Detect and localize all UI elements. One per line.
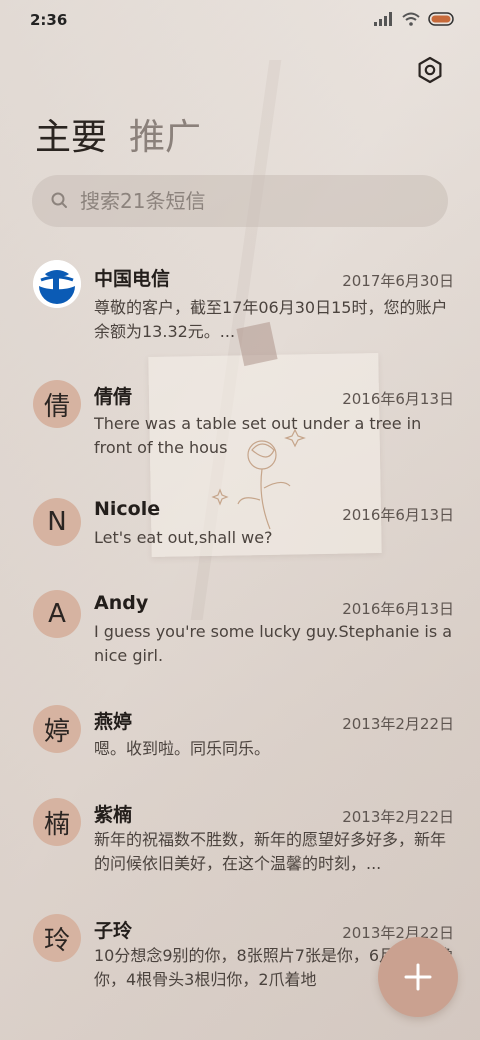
battery-icon [428,12,454,26]
message-date: 2016年6月13日 [342,390,454,408]
message-date: 2013年2月22日 [342,715,454,733]
sender-name: 子玲 [94,920,133,942]
message-preview: Let's eat out,shall we? [94,528,273,547]
tab-promo[interactable]: 推广 [129,108,201,160]
message-preview: 嗯。收到啦。同乐同乐。 [94,739,271,758]
message-preview: There was a table set out under a tree i… [94,414,422,457]
message-date: 2016年6月13日 [342,600,454,618]
wifi-icon [402,12,420,26]
settings-icon[interactable] [416,56,444,84]
message-preview: 新年的祝福数不胜数，新年的愿望好多好多，新年的问候依旧美好，在这个温馨的时刻，.… [94,830,447,873]
tab-bar: 主要 推广 [35,108,201,160]
message-date: 2013年2月22日 [342,808,454,826]
avatar: 婷 [33,705,81,753]
sender-name: Nicole [94,498,161,520]
plus-icon [404,963,432,991]
avatar: A [33,590,81,638]
search-input[interactable] [78,188,422,214]
avatar: 楠 [33,798,81,846]
avatar: 倩 [33,380,81,428]
signal-icon [374,12,392,26]
sender-name: 紫楠 [94,804,133,826]
message-date: 2013年2月22日 [342,924,454,942]
message-date: 2016年6月13日 [342,506,454,524]
sender-name: 燕婷 [94,711,133,733]
china-telecom-logo-icon [33,260,81,308]
compose-button[interactable] [378,937,458,1017]
message-preview: I guess you're some lucky guy.Stephanie … [94,622,453,665]
sender-name: Andy [94,592,149,614]
status-icons [374,12,456,26]
search-bar[interactable] [32,175,448,227]
sender-name: 倩倩 [94,386,133,408]
status-bar: 2:36 [0,0,480,40]
avatar: N [33,498,81,546]
search-icon [51,192,67,208]
status-time: 2:36 [30,11,68,29]
avatar: 玲 [33,914,81,962]
tab-main[interactable]: 主要 [35,108,107,160]
sender-name: 中国电信 [94,268,171,290]
message-date: 2017年6月30日 [342,272,454,290]
message-preview: 尊敬的客户，截至17年06月30日15时，您的账户余额为13.32元。... [94,298,448,341]
